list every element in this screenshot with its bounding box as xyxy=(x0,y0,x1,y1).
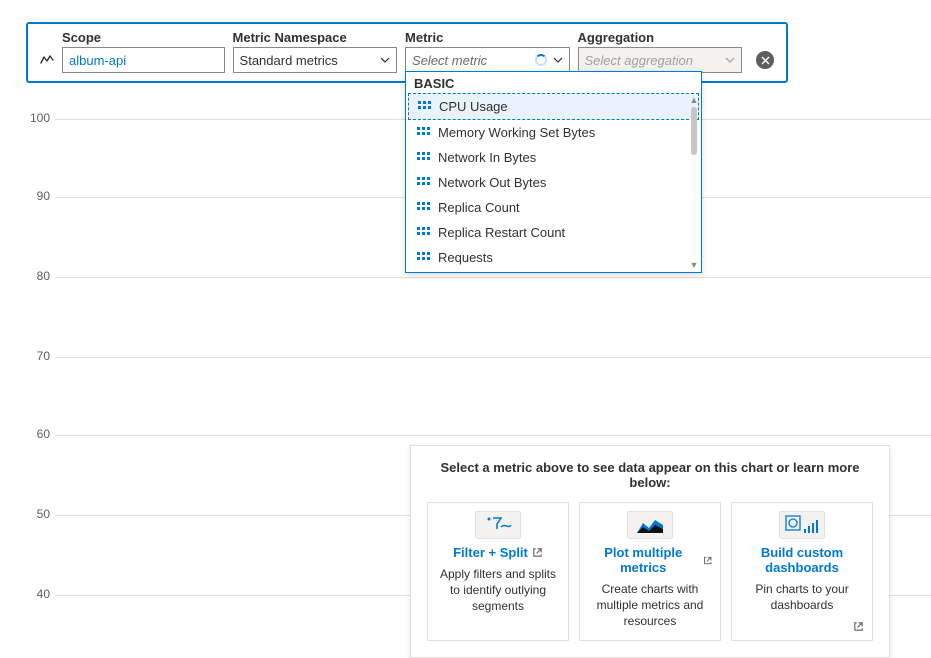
namespace-selector[interactable]: Standard metrics xyxy=(233,47,397,73)
dropdown-item-label: Requests xyxy=(438,250,493,265)
metric-icon xyxy=(417,100,431,114)
namespace-label: Metric Namespace xyxy=(233,30,397,45)
metric-selector[interactable]: Select metric xyxy=(405,47,569,73)
tile-desc: Pin charts to your dashboards xyxy=(740,581,864,613)
scope-label: Scope xyxy=(62,30,225,45)
metric-placeholder: Select metric xyxy=(412,53,487,68)
help-tile-dashboards[interactable]: Build custom dashboards Pin charts to yo… xyxy=(731,502,873,641)
filter-split-icon xyxy=(475,511,521,539)
chevron-down-icon xyxy=(553,55,563,65)
gridline: 80 xyxy=(0,277,931,293)
ytick-label: 60 xyxy=(0,427,50,441)
dropdown-item-label: Network In Bytes xyxy=(438,150,536,165)
metric-icon xyxy=(416,201,430,215)
scroll-down-icon[interactable]: ▼ xyxy=(689,260,699,270)
external-link-icon xyxy=(532,547,543,558)
dropdown-item-memory[interactable]: Memory Working Set Bytes xyxy=(406,120,701,145)
dropdown-item-label: Network Out Bytes xyxy=(438,175,546,190)
tile-desc: Apply filters and splits to identify out… xyxy=(436,566,560,615)
dropdown-item-net-out[interactable]: Network Out Bytes xyxy=(406,170,701,195)
dropdown-scrollbar[interactable]: ▲ ▼ xyxy=(689,95,699,270)
ytick-label: 100 xyxy=(0,111,50,125)
scope-value: album-api xyxy=(69,53,126,68)
scrollbar-thumb[interactable] xyxy=(691,107,697,155)
metric-icon xyxy=(416,176,430,190)
aggregation-selector: Select aggregation xyxy=(578,47,742,73)
ytick-label: 90 xyxy=(0,189,50,203)
tile-desc: Create charts with multiple metrics and … xyxy=(588,581,712,630)
scope-selector[interactable]: album-api xyxy=(62,47,225,73)
dropdown-item-replica-count[interactable]: Replica Count xyxy=(406,195,701,220)
dropdown-item-label: Replica Count xyxy=(438,200,520,215)
tile-link[interactable]: Plot multiple metrics xyxy=(588,545,712,575)
area-chart-icon xyxy=(627,511,673,539)
help-card: Select a metric above to see data appear… xyxy=(410,445,890,658)
loading-spinner-icon xyxy=(535,54,547,66)
aggregation-label: Aggregation xyxy=(578,30,742,45)
ytick-label: 40 xyxy=(0,587,50,601)
metric-dropdown: BASIC CPU Usage Memory Working Set Bytes… xyxy=(405,71,702,273)
dropdown-item-net-in[interactable]: Network In Bytes xyxy=(406,145,701,170)
metric-icon xyxy=(416,126,430,140)
dropdown-item-label: Replica Restart Count xyxy=(438,225,565,240)
help-tile-multiple-metrics[interactable]: Plot multiple metrics Create charts with… xyxy=(579,502,721,641)
external-link-icon xyxy=(853,621,864,632)
tile-link[interactable]: Build custom dashboards xyxy=(740,545,864,575)
help-tile-filter-split[interactable]: Filter + Split Apply filters and splits … xyxy=(427,502,569,641)
chevron-down-icon xyxy=(380,55,390,65)
external-link-icon xyxy=(703,555,713,566)
ytick-label: 80 xyxy=(0,269,50,283)
tile-link[interactable]: Filter + Split xyxy=(453,545,543,560)
metric-icon xyxy=(416,226,430,240)
dropdown-item-label: CPU Usage xyxy=(439,99,508,114)
dropdown-item-cpu-usage[interactable]: CPU Usage xyxy=(408,93,699,120)
dropdown-item-replica-restart[interactable]: Replica Restart Count xyxy=(406,220,701,245)
help-title: Select a metric above to see data appear… xyxy=(427,460,873,490)
aggregation-placeholder: Select aggregation xyxy=(585,53,693,68)
metric-series-icon xyxy=(40,53,54,67)
metric-label: Metric xyxy=(405,30,569,45)
remove-metric-button[interactable] xyxy=(756,51,774,69)
metric-icon xyxy=(416,251,430,265)
dashboard-icon xyxy=(779,511,825,539)
dropdown-item-requests[interactable]: Requests xyxy=(406,245,701,270)
dropdown-section-header: BASIC xyxy=(406,72,701,93)
chevron-down-icon xyxy=(725,55,735,65)
ytick-label: 50 xyxy=(0,507,50,521)
dropdown-item-label: Memory Working Set Bytes xyxy=(438,125,595,140)
scroll-up-icon[interactable]: ▲ xyxy=(689,95,699,105)
close-icon xyxy=(761,56,770,65)
ytick-label: 70 xyxy=(0,349,50,363)
gridline: 70 xyxy=(0,357,931,373)
dropdown-list: CPU Usage Memory Working Set Bytes Netwo… xyxy=(406,93,701,272)
namespace-value: Standard metrics xyxy=(240,53,338,68)
metric-icon xyxy=(416,151,430,165)
